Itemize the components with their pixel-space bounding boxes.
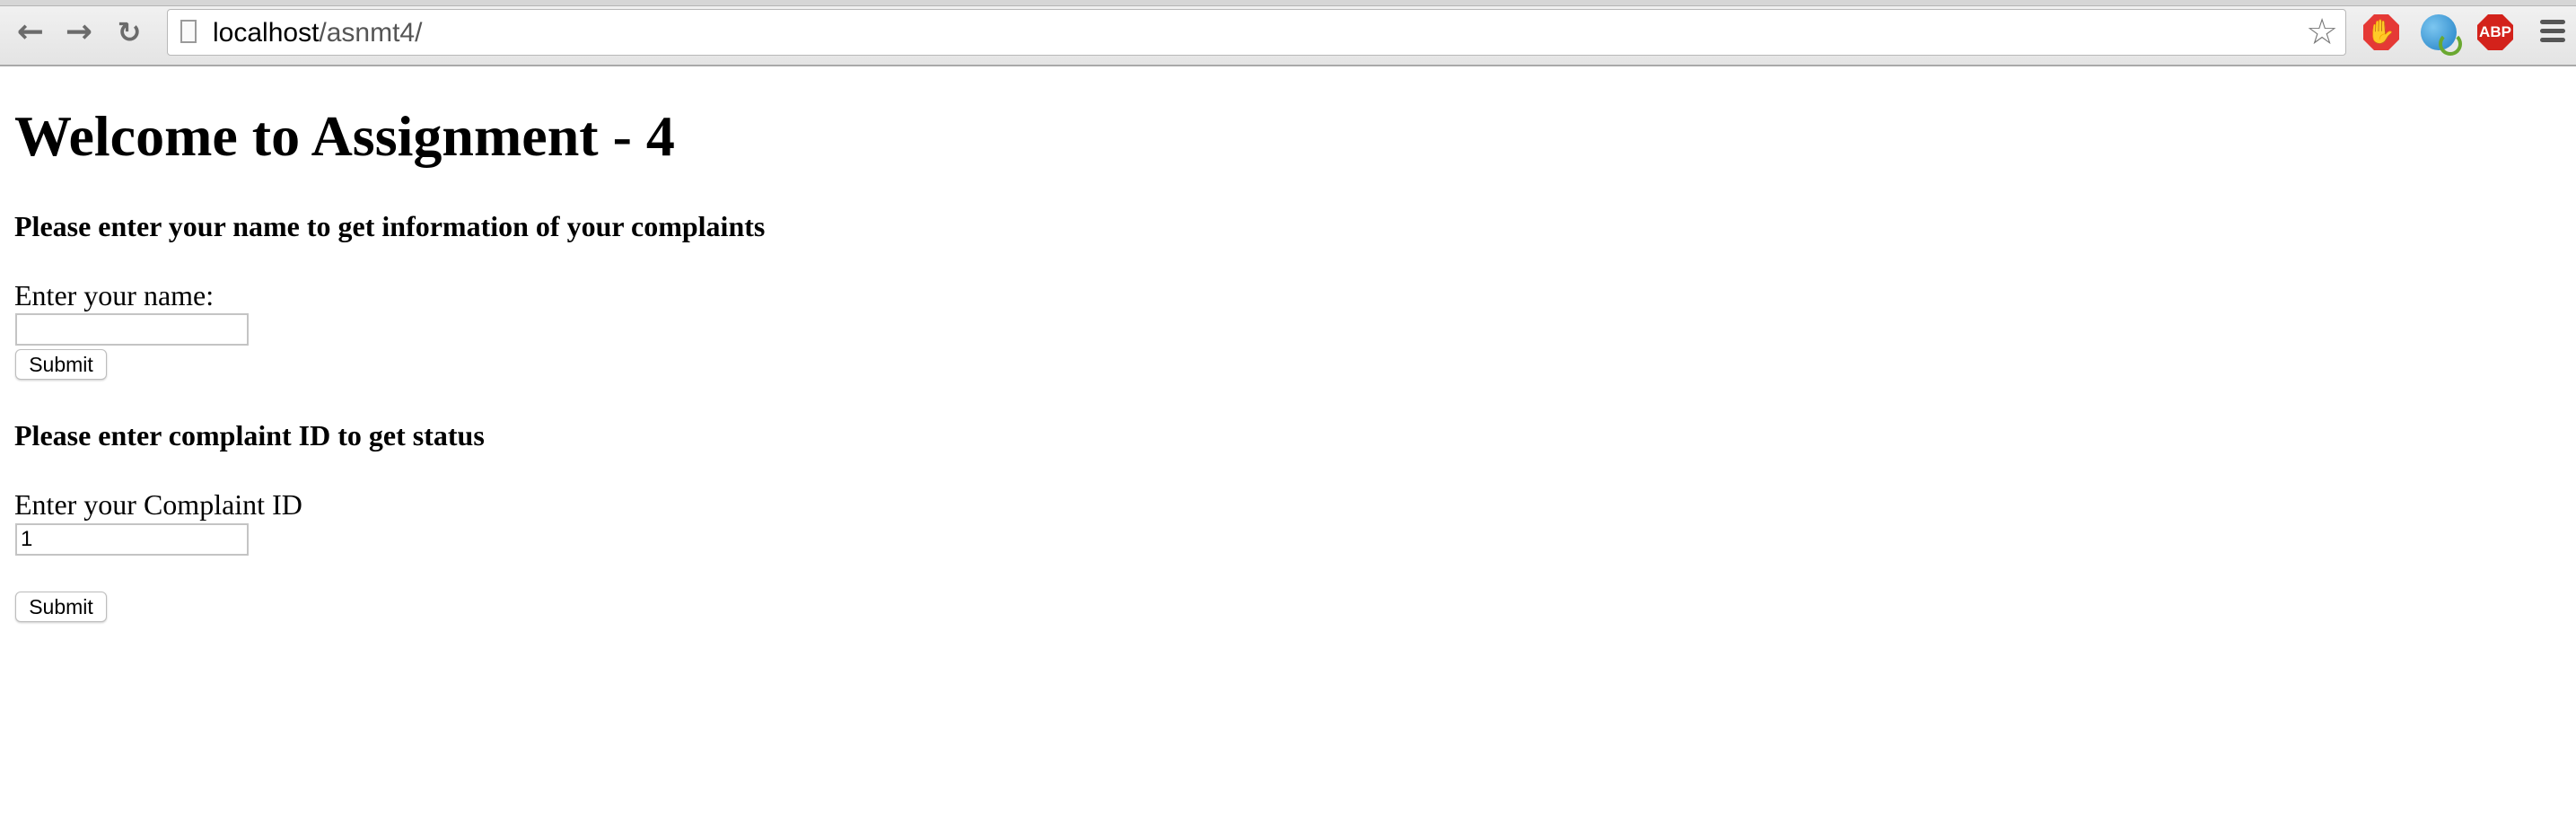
url-host: localhost bbox=[213, 18, 320, 48]
name-section-heading: Please enter your name to get informatio… bbox=[14, 210, 766, 242]
stop-hand-extension-icon[interactable]: ✋ bbox=[2363, 14, 2399, 50]
tab-strip bbox=[0, 0, 2576, 6]
url-path: /asnmt4/ bbox=[319, 18, 423, 48]
reload-icon[interactable]: ↻ bbox=[111, 14, 147, 50]
complaint-id-label: Enter your Complaint ID bbox=[14, 488, 302, 521]
adblock-plus-extension-icon[interactable]: ABP bbox=[2477, 14, 2513, 50]
bookmark-star-icon[interactable]: ☆ bbox=[2306, 13, 2338, 51]
globe-extension-icon[interactable] bbox=[2421, 14, 2462, 56]
browser-toolbar: ← → ↻ localhost/asnmt4/ ☆ ✋ ABP bbox=[0, 0, 2576, 66]
url-text[interactable]: localhost/asnmt4/ bbox=[213, 18, 422, 48]
name-input[interactable] bbox=[15, 313, 249, 346]
menu-icon[interactable] bbox=[2540, 20, 2565, 47]
complaint-id-input[interactable] bbox=[15, 523, 249, 556]
status-submit-button[interactable]: Submit bbox=[15, 592, 107, 622]
name-submit-button[interactable]: Submit bbox=[15, 349, 107, 380]
address-bar[interactable]: localhost/asnmt4/ ☆ bbox=[167, 9, 2346, 56]
status-section-heading: Please enter complaint ID to get status bbox=[14, 419, 485, 452]
back-arrow-icon[interactable]: ← bbox=[13, 14, 48, 50]
page-title: Welcome to Assignment - 4 bbox=[14, 104, 675, 168]
page-icon bbox=[180, 20, 197, 43]
forward-arrow-icon[interactable]: → bbox=[61, 14, 97, 50]
name-label: Enter your name: bbox=[14, 279, 215, 311]
